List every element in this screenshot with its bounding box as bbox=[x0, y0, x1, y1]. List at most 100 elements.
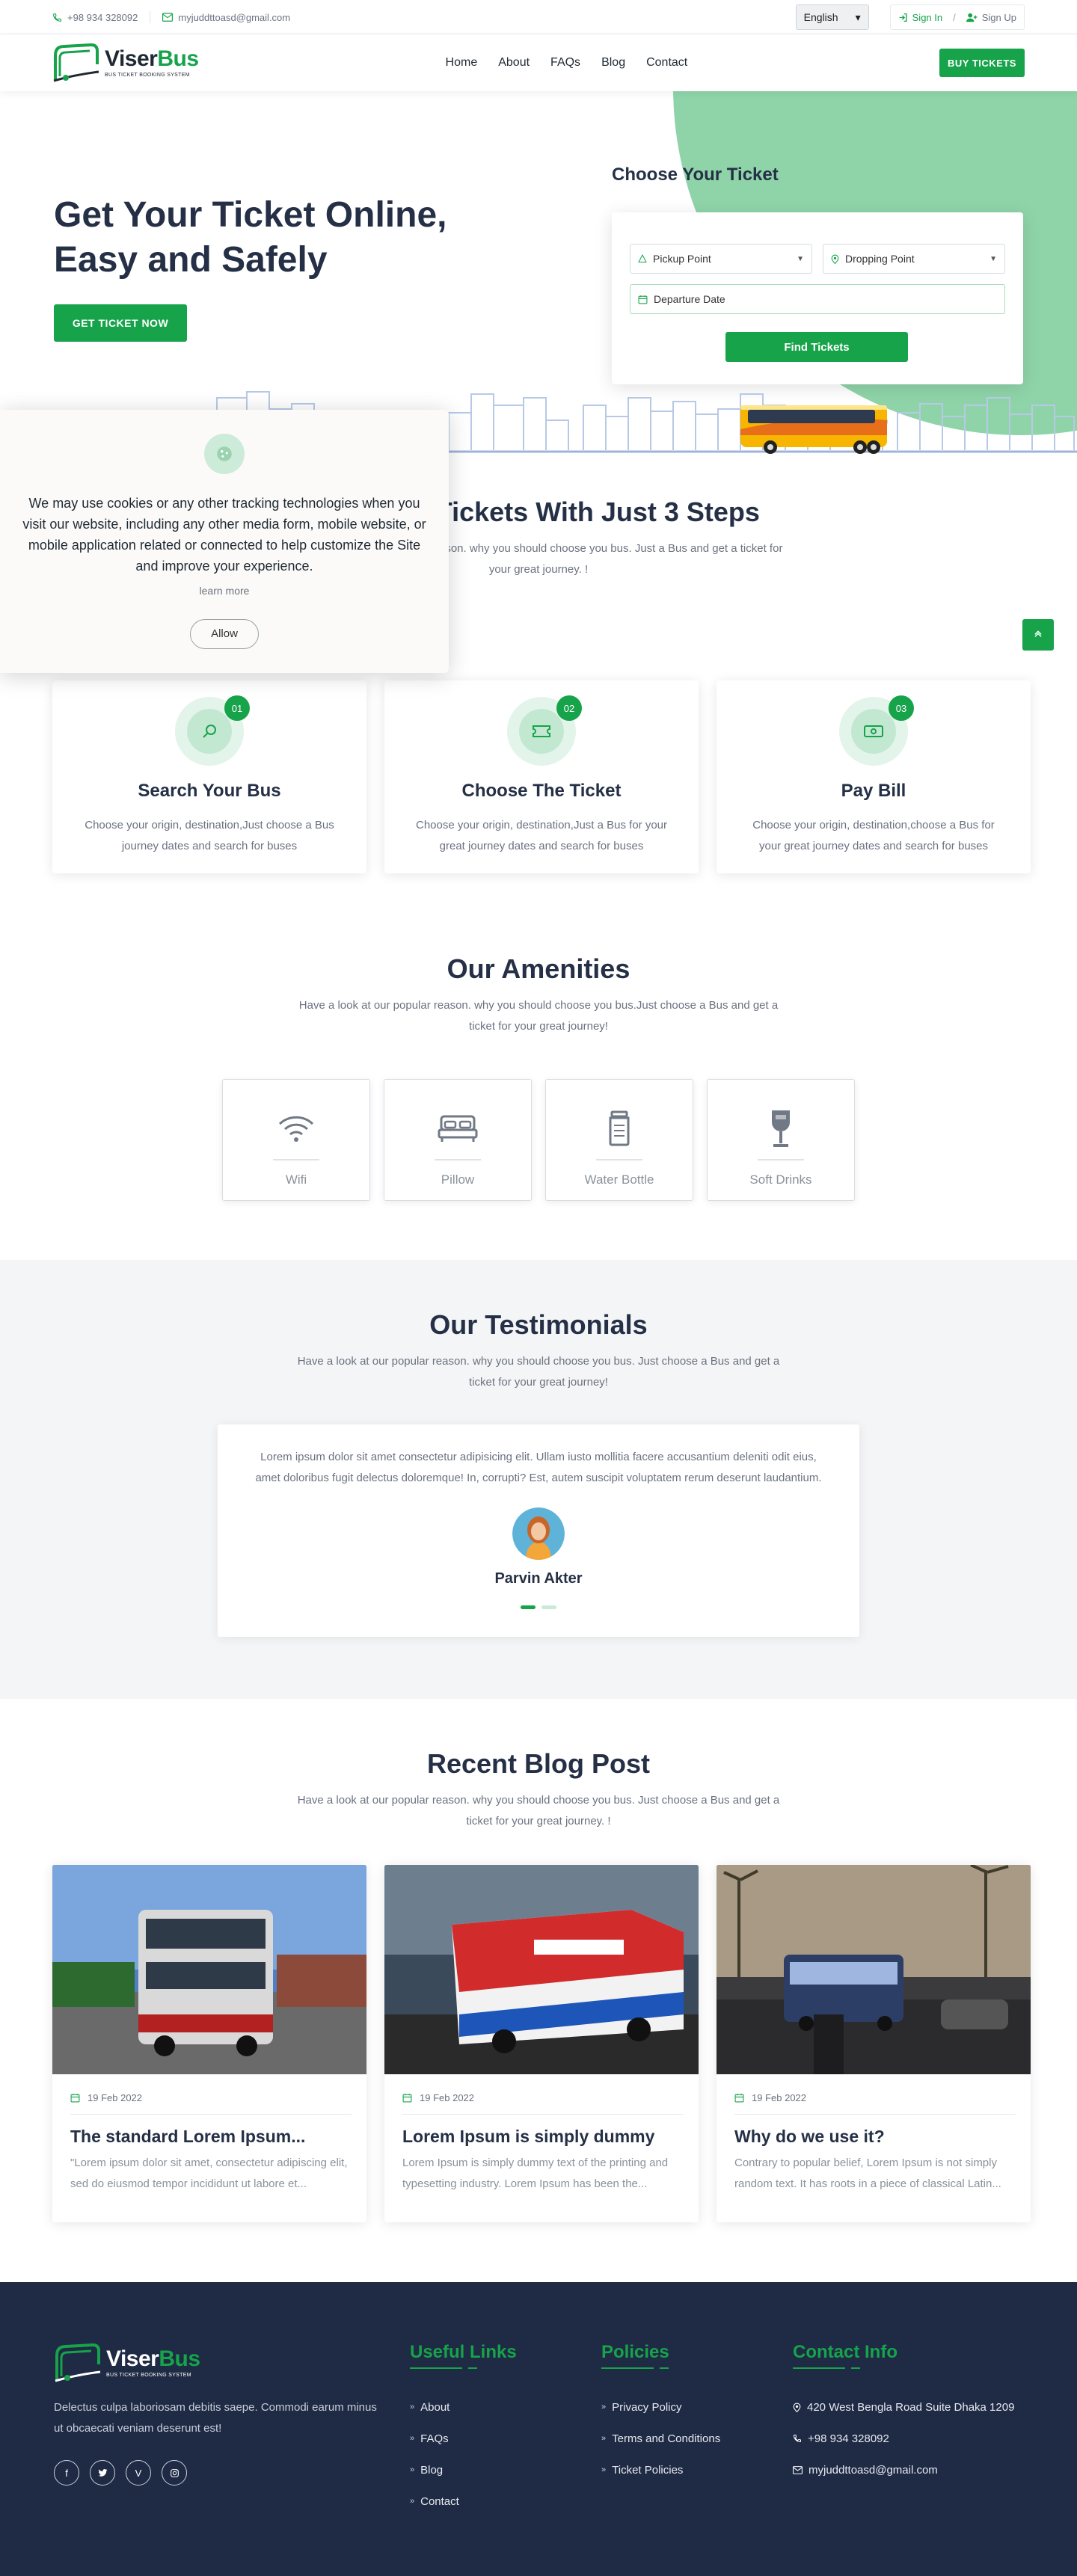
chevron-up-icon bbox=[1034, 630, 1042, 637]
logo-name-part2: Bus bbox=[157, 46, 199, 71]
footer-policies: Policies » Privacy Policy » Terms and Cond… bbox=[601, 2342, 720, 2486]
footer-link-ticket-policies[interactable]: » Ticket Policies bbox=[601, 2454, 720, 2486]
footer-email-text: myjuddttoasd@gmail.com bbox=[808, 2463, 938, 2477]
blog-post-title[interactable]: The standard Lorem Ipsum... bbox=[70, 2127, 349, 2147]
calendar-icon bbox=[70, 2094, 80, 2103]
amenity-divider bbox=[758, 1158, 804, 1161]
testimonials-section: Our Testimonials Have a look at our popu… bbox=[0, 1260, 1077, 1699]
blog-subtitle: Have a look at our popular reason. why y… bbox=[297, 1794, 780, 1828]
topbar-phone[interactable]: +98 934 328092 bbox=[52, 12, 138, 23]
site-footer: ViserBus BUS TICKET BOOKING SYSTEM Delec… bbox=[0, 2282, 1077, 2576]
step-number-badge: 01 bbox=[224, 695, 250, 721]
footer-useful-links: Useful Links » About » FAQs » Blog » Contact bbox=[410, 2342, 517, 2517]
site-logo[interactable]: ViserBus BUS TICKET BOOKING SYSTEM bbox=[52, 42, 199, 84]
blog-post-card[interactable]: 19 Feb 2022 The standard Lorem Ipsum... … bbox=[52, 1865, 366, 2222]
footer-link-privacy-policy[interactable]: » Privacy Policy bbox=[601, 2391, 720, 2423]
blog-post-image[interactable] bbox=[52, 1865, 366, 2074]
footer-contact-info: Contact Info 420 West Bengla Road Suite … bbox=[793, 2342, 1014, 2486]
carousel-dots bbox=[218, 1605, 859, 1609]
amenities-section: Our Amenities Have a look at our popular… bbox=[0, 916, 1077, 1260]
find-tickets-button[interactable]: Find Tickets bbox=[725, 332, 908, 362]
amenity-label: Water Bottle bbox=[584, 1172, 654, 1187]
logo-wordmark: ViserBus BUS TICKET BOOKING SYSTEM bbox=[105, 46, 199, 79]
logo-name-part1: Viser bbox=[105, 46, 158, 71]
scroll-to-top-button[interactable] bbox=[1022, 619, 1054, 651]
blog-post-meta: 19 Feb 2022 bbox=[734, 2092, 1016, 2115]
cookie-consent-panel: We may use cookies or any other tracking… bbox=[0, 410, 449, 673]
amenity-divider bbox=[596, 1158, 642, 1161]
language-value: English bbox=[803, 11, 838, 23]
map-pin-icon bbox=[793, 2403, 801, 2412]
double-chevron-right-icon: » bbox=[410, 2465, 415, 2474]
blog-post-image[interactable] bbox=[384, 1865, 699, 2074]
blog-post-title[interactable]: Why do we use it? bbox=[734, 2127, 1013, 2147]
phone-icon bbox=[793, 2435, 801, 2443]
language-select[interactable]: English ▾ bbox=[795, 4, 869, 30]
facebook-icon[interactable]: f bbox=[54, 2460, 79, 2486]
bed-icon bbox=[438, 1115, 478, 1142]
footer-logo-name-part2: Bus bbox=[159, 2346, 200, 2371]
carousel-dot[interactable] bbox=[541, 1605, 556, 1609]
amenity-card: Soft Drinks bbox=[707, 1078, 855, 1201]
nav-contact[interactable]: Contact bbox=[646, 56, 687, 70]
instagram-icon[interactable] bbox=[162, 2460, 187, 2486]
nav-about[interactable]: About bbox=[498, 56, 530, 70]
topbar-email[interactable]: myjuddttoasd@gmail.com bbox=[162, 12, 290, 23]
double-chevron-right-icon: » bbox=[410, 2434, 415, 2443]
footer-email[interactable]: myjuddttoasd@gmail.com bbox=[793, 2454, 1014, 2486]
dropping-point-select[interactable]: Dropping Point ▼ bbox=[823, 244, 1005, 274]
blog-post-title[interactable]: Lorem Ipsum is simply dummy bbox=[402, 2127, 681, 2147]
sign-in-link[interactable]: Sign In bbox=[898, 12, 942, 23]
blog-posts: 19 Feb 2022 The standard Lorem Ipsum... … bbox=[52, 1865, 1031, 2222]
amenity-divider bbox=[435, 1158, 481, 1161]
get-ticket-now-button[interactable]: GET TICKET NOW bbox=[54, 304, 187, 342]
sign-up-link[interactable]: Sign Up bbox=[966, 12, 1016, 23]
footer-address-text: 420 West Bengla Road Suite Dhaka 1209 bbox=[807, 2400, 1015, 2414]
user-plus-icon bbox=[966, 13, 978, 22]
amenity-divider bbox=[273, 1158, 319, 1161]
step-icon-circle-inner bbox=[519, 709, 564, 754]
blog-post-excerpt: Lorem Ipsum is simply dummy text of the … bbox=[402, 2157, 669, 2190]
vimeo-icon[interactable]: V bbox=[126, 2460, 151, 2486]
nav-blog[interactable]: Blog bbox=[601, 56, 625, 70]
amenity-label: Pillow bbox=[441, 1172, 475, 1187]
twitter-icon[interactable] bbox=[90, 2460, 115, 2486]
footer-link-label: Privacy Policy bbox=[612, 2400, 682, 2414]
cookie-allow-button[interactable]: Allow bbox=[190, 618, 259, 649]
footer-logo[interactable]: ViserBus BUS TICKET BOOKING SYSTEM bbox=[54, 2342, 200, 2384]
blog-post-date: 19 Feb 2022 bbox=[88, 2092, 143, 2103]
footer-link-blog[interactable]: » Blog bbox=[410, 2454, 517, 2486]
footer-link-about[interactable]: » About bbox=[410, 2391, 517, 2423]
bus-illustration bbox=[740, 405, 887, 454]
footer-phone[interactable]: +98 934 328092 bbox=[793, 2423, 1014, 2454]
topbar-right: English ▾ Sign In / Sign Up bbox=[795, 4, 1025, 30]
blog-post-card[interactable]: 19 Feb 2022 Why do we use it? Contrary t… bbox=[717, 1865, 1031, 2222]
footer-link-label: Ticket Policies bbox=[612, 2463, 684, 2477]
phone-icon bbox=[53, 13, 61, 22]
pickup-point-select[interactable]: Pickup Point ▼ bbox=[630, 244, 812, 274]
footer-link-terms[interactable]: » Terms and Conditions bbox=[601, 2423, 720, 2454]
nav-faqs[interactable]: FAQs bbox=[550, 56, 580, 70]
buy-tickets-button[interactable]: BUY TICKETS bbox=[939, 49, 1025, 77]
nav-home[interactable]: Home bbox=[446, 56, 478, 70]
cookie-learn-more-link[interactable]: learn more bbox=[0, 585, 449, 597]
money-bill-icon bbox=[864, 725, 883, 737]
blog-post-card[interactable]: 19 Feb 2022 Lorem Ipsum is simply dummy … bbox=[384, 1865, 699, 2222]
step-text: Choose your origin, destination,Just cho… bbox=[85, 819, 334, 852]
carousel-dot-active[interactable] bbox=[521, 1605, 536, 1609]
double-chevron-right-icon: » bbox=[410, 2403, 415, 2411]
footer-logo-name: ViserBus bbox=[106, 2348, 200, 2370]
testimonials-title: Our Testimonials bbox=[429, 1309, 648, 1340]
double-chevron-right-icon: » bbox=[601, 2403, 607, 2411]
departure-date-placeholder: Departure Date bbox=[654, 293, 725, 305]
footer-link-faqs[interactable]: » FAQs bbox=[410, 2423, 517, 2454]
sign-in-icon bbox=[899, 13, 907, 22]
blog-section: Recent Blog Post Have a look at our popu… bbox=[0, 1699, 1077, 2282]
auth-links: Sign In / Sign Up bbox=[889, 4, 1025, 30]
bottle-icon bbox=[609, 1110, 630, 1146]
sign-up-label: Sign Up bbox=[981, 11, 1016, 23]
footer-about-text: Delectus culpa laboriosam debitis saepe.… bbox=[54, 2401, 377, 2435]
departure-date-input[interactable]: Departure Date bbox=[630, 284, 1005, 314]
footer-link-contact[interactable]: » Contact bbox=[410, 2486, 517, 2517]
blog-post-image[interactable] bbox=[717, 1865, 1031, 2074]
